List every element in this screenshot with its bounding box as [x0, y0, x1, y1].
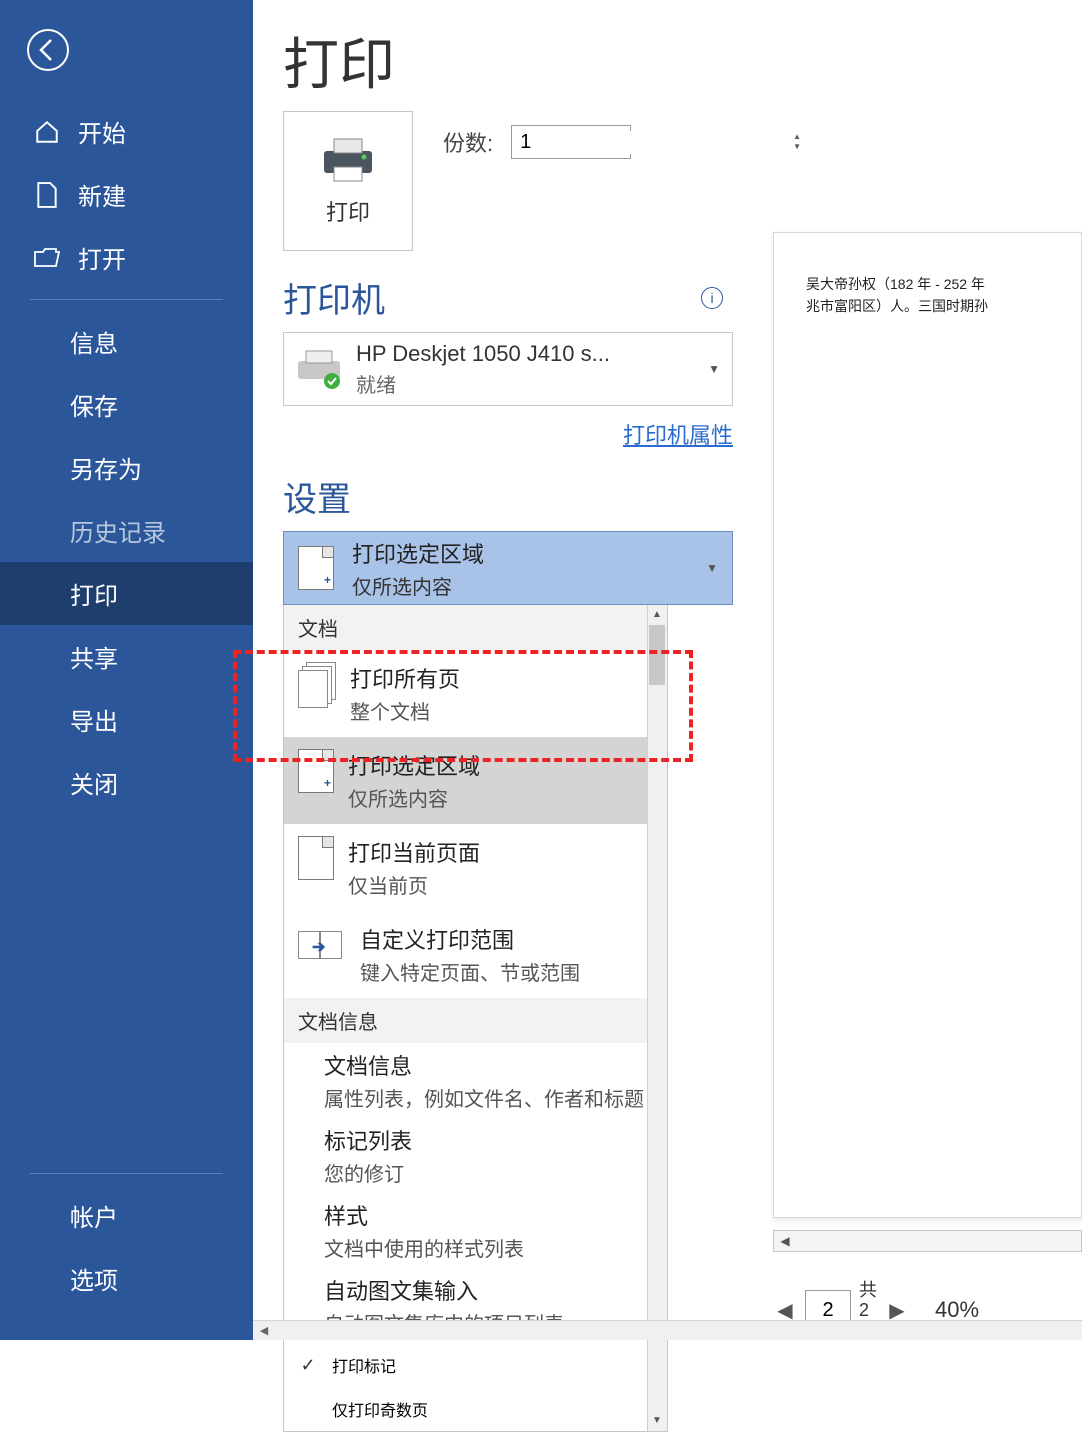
- preview-text-line: 兆市富阳区）人。三国时期孙: [806, 295, 1081, 317]
- preview-page: 吴大帝孙权（182 年 - 252 年 兆市富阳区）人。三国时期孙: [773, 232, 1082, 1218]
- printer-selector[interactable]: HP Deskjet 1050 J410 s... 就绪 ▼: [283, 332, 733, 406]
- new-doc-icon: [34, 182, 60, 208]
- nav-export[interactable]: 导出: [0, 688, 253, 751]
- nav-label: 保存: [70, 387, 118, 422]
- preview-horizontal-scrollbar[interactable]: ◀: [773, 1230, 1082, 1252]
- printer-name: HP Deskjet 1050 J410 s...: [356, 341, 610, 367]
- nav-share[interactable]: 共享: [0, 625, 253, 688]
- print-range-dropdown: ▲ ▼ 文档 打印所有页整个文档 打印选定区域仅所选内容 打印当前页面仅当前页 …: [283, 605, 668, 1432]
- info-icon[interactable]: i: [701, 287, 723, 309]
- nav-close[interactable]: 关闭: [0, 751, 253, 814]
- copies-spinner[interactable]: ▲▼: [511, 125, 631, 159]
- scroll-thumb[interactable]: [649, 625, 665, 685]
- main-area: 打印 打印 份数: ▲▼ 打印机 i: [253, 0, 1082, 1340]
- opt-print-custom[interactable]: ➔ 自定义打印范围键入特定页面、节或范围: [284, 911, 667, 998]
- nav-label: 信息: [70, 324, 118, 359]
- open-folder-icon: [34, 245, 60, 271]
- back-arrow-icon: [26, 28, 70, 72]
- opt-print-current[interactable]: 打印当前页面仅当前页: [284, 824, 667, 911]
- nav-divider: [30, 299, 223, 300]
- dropdown-scrollbar[interactable]: ▲ ▼: [647, 605, 667, 1431]
- scroll-up-icon[interactable]: ▲: [647, 605, 667, 625]
- dropdown-group-doc: 文档: [284, 605, 667, 650]
- page-title: 打印: [283, 20, 733, 101]
- nav-options[interactable]: 选项: [0, 1247, 253, 1310]
- nav-new[interactable]: 新建: [0, 163, 253, 226]
- nav-saveas[interactable]: 另存为: [0, 436, 253, 499]
- scroll-left-icon[interactable]: ◀: [253, 1321, 275, 1340]
- pages-range-icon: ➔: [298, 923, 346, 965]
- settings-heading: 设置: [283, 472, 733, 521]
- nav-history[interactable]: 历史记录: [0, 499, 253, 562]
- nav-label: 打开: [78, 240, 126, 275]
- dropdown-group-docinfo: 文档信息: [284, 998, 667, 1043]
- nav-label: 关闭: [70, 765, 118, 800]
- scroll-down-icon[interactable]: ▼: [647, 1411, 667, 1431]
- nav-open[interactable]: 打开: [0, 226, 253, 289]
- opt-styles[interactable]: 样式文档中使用的样式列表: [284, 1193, 667, 1268]
- nav-label: 历史记录: [70, 513, 166, 548]
- copies-input[interactable]: [512, 131, 793, 154]
- nav-home[interactable]: 开始: [0, 100, 253, 163]
- home-icon: [34, 119, 60, 145]
- back-button[interactable]: [18, 20, 78, 80]
- opt-print-odd[interactable]: 仅打印奇数页: [284, 1387, 667, 1431]
- opt-print-selection[interactable]: 打印选定区域仅所选内容: [284, 737, 667, 824]
- preview-text-line: 吴大帝孙权（182 年 - 252 年: [806, 273, 1081, 295]
- printer-icon: [318, 135, 378, 185]
- page-selection-icon: [298, 749, 334, 793]
- nav-label: 导出: [70, 702, 118, 737]
- nav-save[interactable]: 保存: [0, 373, 253, 436]
- nav-label: 共享: [70, 639, 118, 674]
- nav-print[interactable]: 打印: [0, 562, 253, 625]
- print-button[interactable]: 打印: [283, 111, 413, 251]
- page-icon: [298, 836, 334, 880]
- printer-status: 就绪: [356, 369, 610, 398]
- prev-page-button[interactable]: ◀: [773, 1298, 797, 1323]
- printer-device-icon: [296, 349, 342, 389]
- page-selection-icon: [298, 546, 334, 590]
- copies-row: 份数: ▲▼: [443, 125, 631, 159]
- printer-properties-link[interactable]: 打印机属性: [283, 418, 733, 450]
- pages-stack-icon: [298, 662, 336, 708]
- selected-title: 打印选定区域: [352, 537, 484, 569]
- nav-label: 另存为: [70, 450, 142, 485]
- nav-label: 开始: [78, 114, 126, 149]
- next-page-button[interactable]: ▶: [885, 1298, 909, 1323]
- print-range-selector[interactable]: 打印选定区域 仅所选内容 ▼: [283, 531, 733, 605]
- spinner-arrows[interactable]: ▲▼: [793, 132, 801, 152]
- nav-label: 打印: [70, 576, 118, 611]
- chevron-down-icon: ▼: [708, 362, 720, 376]
- backstage-sidebar: 开始 新建 打开 信息 保存 另存为 历史记录 打印 共享 导出 关闭 帐户 选…: [0, 0, 253, 1340]
- nav-label: 新建: [78, 177, 126, 212]
- opt-markup-list[interactable]: 标记列表您的修订: [284, 1118, 667, 1193]
- print-preview-column: 吴大帝孙权（182 年 - 252 年 兆市富阳区）人。三国时期孙 ◀ ◀ 共2…: [733, 0, 1082, 1340]
- chevron-down-icon: ▼: [706, 561, 718, 575]
- opt-print-markup[interactable]: ✓打印标记: [284, 1343, 667, 1387]
- opt-print-all[interactable]: 打印所有页整个文档: [284, 650, 667, 737]
- copies-label: 份数:: [443, 126, 493, 158]
- nav-divider: [30, 1173, 223, 1174]
- print-settings-column: 打印 打印 份数: ▲▼ 打印机 i: [253, 0, 733, 1340]
- check-icon: ✓: [298, 1355, 318, 1376]
- nav-label: 帐户: [70, 1198, 118, 1233]
- nav-account[interactable]: 帐户: [0, 1184, 253, 1247]
- opt-docinfo[interactable]: 文档信息属性列表，例如文件名、作者和标题: [284, 1043, 667, 1118]
- nav-label: 选项: [70, 1261, 118, 1296]
- print-button-label: 打印: [326, 195, 370, 227]
- window-horizontal-scrollbar[interactable]: ◀: [253, 1320, 1082, 1340]
- scroll-left-icon[interactable]: ◀: [774, 1231, 796, 1251]
- nav-info[interactable]: 信息: [0, 310, 253, 373]
- selected-sub: 仅所选内容: [352, 571, 484, 600]
- printer-heading: 打印机 i: [283, 273, 733, 322]
